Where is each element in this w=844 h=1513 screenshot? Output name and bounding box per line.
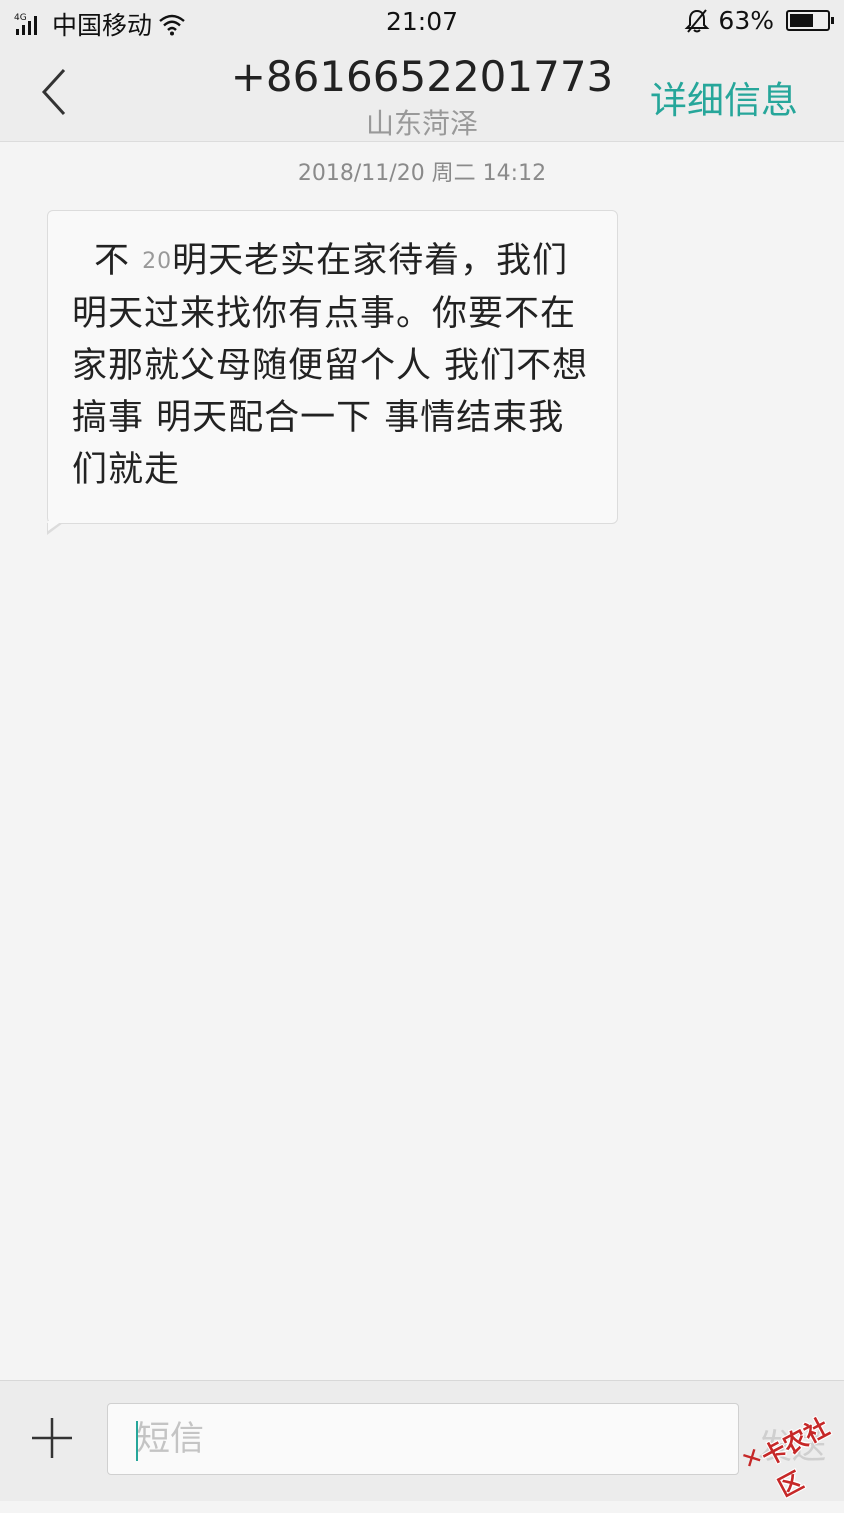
message-small-number: 20 (142, 249, 173, 274)
status-bar: 4G 中国移动 21:07 63% (0, 0, 844, 44)
details-button[interactable]: 详细信息 (650, 70, 798, 124)
sms-input[interactable] (107, 1403, 739, 1475)
message-main: 明天老实在家待着，我们明天过来找你有点事。你要不在家那就父母随便留个人 我们不想… (72, 241, 589, 490)
bell-muted-icon (685, 8, 710, 33)
bubble-tail (47, 521, 63, 535)
text-caret (136, 1421, 138, 1461)
conversation-header: +8616652201773 山东菏泽 详细信息 (0, 44, 844, 142)
composer-bar: 发送 (0, 1380, 844, 1501)
message-text: 不 20明天老实在家待着，我们明天过来找你有点事。你要不在家那就父母随便留个人 … (72, 235, 600, 496)
message-bubble[interactable]: 不 20明天老实在家待着，我们明天过来找你有点事。你要不在家那就父母随便留个人 … (47, 210, 618, 535)
status-right: 63% (684, 6, 834, 35)
battery-fill (790, 14, 813, 27)
message-prefix: 不 (94, 241, 131, 281)
add-icon[interactable] (28, 1414, 76, 1462)
battery-percent: 63% (718, 6, 774, 35)
message-timestamp: 2018/11/20 周二 14:12 (297, 161, 547, 186)
battery-icon (786, 10, 834, 31)
